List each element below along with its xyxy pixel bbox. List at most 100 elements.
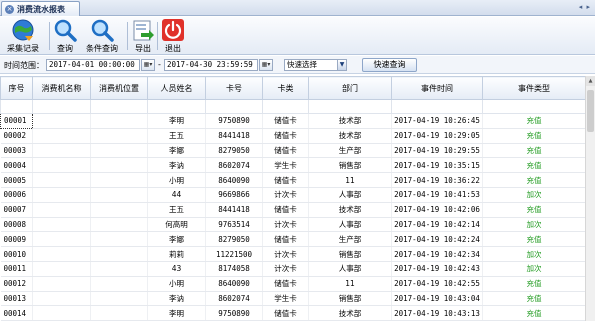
table-row[interactable]: 00001 李明 9750890 储值卡 技术部 2017-04-19 10:26:45 充… [0, 113, 586, 129]
table-cell [32, 113, 91, 129]
table-cell: 00007 [0, 202, 33, 218]
table-row[interactable]: 00004 李讷 8602074 学生卡 销售部 2017-04-19 10:35:15 充… [0, 157, 586, 174]
table-cell: 李娜 [147, 143, 206, 159]
table-cell: 00004 [0, 157, 33, 174]
column-header[interactable]: 部门 [308, 76, 392, 100]
table-cell: 11 [308, 276, 392, 292]
table-cell [32, 172, 91, 188]
table-cell: 储值卡 [262, 172, 309, 188]
tab-consumption-report[interactable]: × 消费流水报表 [1, 1, 80, 16]
quick-query-button[interactable]: 快速查询 [362, 58, 417, 72]
table-cell [90, 217, 148, 233]
table-cell [90, 143, 148, 159]
table-cell: 充值 [482, 113, 586, 129]
table-cell: 9750890 [205, 113, 263, 129]
query-button[interactable]: 查询 [53, 18, 77, 54]
table-cell: 李讷 [147, 291, 206, 307]
table-cell [32, 143, 91, 159]
table-cell: 加次 [482, 246, 586, 262]
column-header[interactable]: 消费机位置 [90, 76, 148, 100]
table-cell: 00012 [0, 276, 33, 292]
table-cell: 8279050 [205, 231, 263, 248]
table-cell: 充值 [482, 291, 586, 307]
close-icon[interactable]: × [5, 4, 14, 14]
table-cell: 43 [147, 261, 206, 277]
vertical-scrollbar[interactable]: ▲ [585, 76, 595, 321]
time-range-label: 时间范围： [4, 61, 44, 70]
column-header[interactable]: 消费机名称 [32, 76, 91, 100]
table-cell: 充值 [482, 276, 586, 292]
table-row[interactable]: 00009 李娜 8279050 储值卡 生产部 2017-04-19 10:42:24 充… [0, 231, 586, 248]
table-cell: 8441418 [205, 202, 263, 218]
table-cell: 李明 [147, 113, 206, 129]
table-cell: 2017-04-19 10:42:14 [391, 217, 483, 233]
column-header[interactable]: 卡号 [205, 76, 263, 100]
table-row[interactable]: 00003 李娜 8279050 储值卡 生产部 2017-04-19 10:29:55 充… [0, 143, 586, 159]
column-header[interactable]: 事件时间 [391, 76, 483, 100]
table-cell: 8640090 [205, 172, 263, 188]
table-cell: 李讷 [147, 157, 206, 174]
table-cell: 9763514 [205, 217, 263, 233]
table-cell: 2017-04-19 10:41:53 [391, 187, 483, 203]
table-cell: 李娜 [147, 231, 206, 248]
table-cell: 王五 [147, 128, 206, 144]
column-header[interactable]: 人员姓名 [147, 76, 206, 100]
table-cell: 生产部 [308, 231, 392, 248]
table-cell [90, 187, 148, 203]
table-row[interactable]: 00013 李讷 8602074 学生卡 销售部 2017-04-19 10:43:04 充… [0, 291, 586, 307]
column-header[interactable]: 序号 [0, 76, 33, 100]
table-cell: 加次 [482, 261, 586, 277]
column-header[interactable]: 卡类 [262, 76, 309, 100]
collect-records-button[interactable]: 采集记录 [7, 18, 39, 54]
chevron-down-icon[interactable]: ▼ [337, 60, 346, 70]
table-cell [90, 172, 148, 188]
table-row[interactable]: 00012 小明 8640090 储值卡 11 2017-04-19 10:42:55 充值 [0, 276, 586, 292]
tab-nav-arrows-icon[interactable]: ◂ ▸ [579, 3, 591, 11]
table-cell: 00001 [0, 113, 33, 129]
table-row[interactable]: 00008 何高明 9763514 计次卡 人事部 2017-04-19 10:42:14… [0, 217, 586, 233]
table-row[interactable]: 00007 王五 8441418 储值卡 技术部 2017-04-19 10:42:06 充… [0, 202, 586, 218]
calendar-dropdown-icon[interactable]: ▦▾ [259, 59, 273, 71]
table-cell: 00014 [0, 305, 33, 321]
toolbar-divider [127, 22, 128, 50]
table-cell [32, 231, 91, 248]
column-header[interactable]: 事件类型 [482, 76, 586, 100]
table-row[interactable]: 00005 小明 8640090 储值卡 11 2017-04-19 10:36:22 充值 [0, 172, 586, 188]
magnifier-icon [54, 19, 77, 42]
table-cell: 00009 [0, 231, 33, 248]
condition-query-label: 条件查询 [86, 44, 118, 53]
tab-bar: × 消费流水报表 ◂ ▸ [0, 0, 595, 16]
table-cell [32, 305, 91, 321]
table-cell: 储值卡 [262, 305, 309, 321]
table-cell: 00008 [0, 217, 33, 233]
start-datetime-field[interactable]: 2017-04-01 00:00:00 [46, 59, 140, 71]
filter-row[interactable] [0, 99, 586, 114]
table-row[interactable]: 00010 莉莉 11221500 计次卡 销售部 2017-04-19 10:42:34… [0, 246, 586, 262]
scroll-up-icon[interactable]: ▲ [586, 76, 595, 86]
end-datetime-field[interactable]: 2017-04-30 23:59:59 [164, 59, 258, 71]
export-button[interactable]: 导出 [131, 18, 155, 54]
table-cell: 人事部 [308, 261, 392, 277]
table-row[interactable]: 00011 43 8174058 计次卡 人事部 2017-04-19 10:42:43 加… [0, 261, 586, 277]
table-cell: 2017-04-19 10:36:22 [391, 172, 483, 188]
export-label: 导出 [135, 44, 151, 53]
exit-button[interactable]: 退出 [161, 18, 185, 54]
table-cell [90, 246, 148, 262]
table-cell [32, 261, 91, 277]
table-cell [90, 305, 148, 321]
tab-title: 消费流水报表 [17, 4, 65, 14]
table-row[interactable]: 00002 王五 8441418 储值卡 技术部 2017-04-19 10:29:05 充… [0, 128, 586, 144]
table-row[interactable]: 00006 44 9669866 计次卡 人事部 2017-04-19 10:41:53 加… [0, 187, 586, 203]
table-cell: 2017-04-19 10:42:34 [391, 246, 483, 262]
scrollbar-thumb[interactable] [587, 90, 594, 132]
table-cell [90, 276, 148, 292]
table-cell [90, 231, 148, 248]
table-cell: 9750890 [205, 305, 263, 321]
condition-query-button[interactable]: 条件查询 [86, 18, 118, 54]
filter-bar: 时间范围： 2017-04-01 00:00:00 ▦▾ - 2017-04-3… [0, 56, 595, 74]
table-row[interactable]: 00014 李明 9750890 储值卡 技术部 2017-04-19 10:43:13 充… [0, 305, 586, 321]
table-cell: 2017-04-19 10:42:24 [391, 231, 483, 248]
calendar-dropdown-icon[interactable]: ▦▾ [141, 59, 155, 71]
table-cell: 人事部 [308, 217, 392, 233]
table-cell [32, 291, 91, 307]
